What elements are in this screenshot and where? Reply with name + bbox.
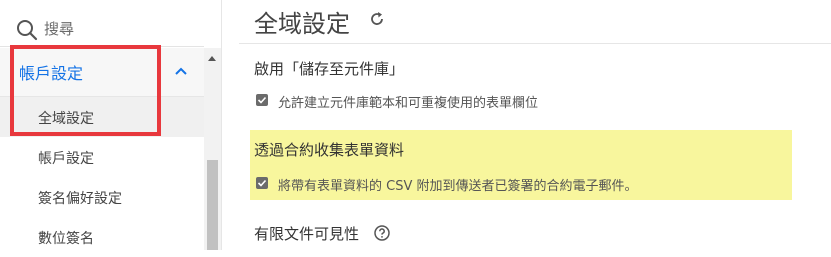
search-input[interactable] <box>44 17 204 41</box>
checkbox-checked[interactable] <box>256 177 268 189</box>
section-title-collect-form-data: 透過合約收集表單資料 <box>254 141 405 159</box>
page-title: 全域設定 <box>254 10 350 38</box>
option-label: 將帶有表單資料的 CSV 附加到傳送者已簽署的合約電子郵件。 <box>278 179 638 194</box>
header-divider <box>239 43 831 44</box>
sidebar: 帳戶設定 全域設定 帳戶設定 簽名偏好設定 數位簽名 <box>0 0 222 250</box>
sidebar-item-label: 帳戶設定 <box>38 151 94 167</box>
search-row <box>0 6 222 46</box>
help-icon[interactable] <box>374 225 390 241</box>
sidebar-item-signature-preferences[interactable]: 簽名偏好設定 <box>0 177 204 217</box>
sidebar-item-global-settings[interactable]: 全域設定 <box>0 97 204 137</box>
nav-group-label: 帳戶設定 <box>19 64 84 83</box>
section-title-limited-visibility: 有限文件可見性 <box>254 225 360 243</box>
sidebar-item-label: 簽名偏好設定 <box>38 191 122 207</box>
nav-group-account-settings[interactable]: 帳戶設定 <box>0 48 204 97</box>
chevron-up-icon[interactable] <box>174 64 188 78</box>
sidebar-scrollbar[interactable] <box>204 48 221 250</box>
section-title-save-to-library: 啟用「儲存至元件庫」 <box>254 60 405 78</box>
refresh-icon[interactable] <box>368 10 386 28</box>
option-label: 允許建立元件庫範本和可重複使用的表單欄位 <box>278 96 539 111</box>
checkmark-icon <box>257 179 267 187</box>
sidebar-item-label: 全域設定 <box>38 111 94 127</box>
nav-divider <box>0 46 204 47</box>
sidebar-item-digital-signatures[interactable]: 數位簽名 <box>0 217 204 257</box>
checkbox-checked[interactable] <box>256 94 268 106</box>
scroll-thumb[interactable] <box>207 160 218 250</box>
main-content: 全域設定 <box>222 0 831 250</box>
sidebar-item-account-settings[interactable]: 帳戶設定 <box>0 137 204 177</box>
sidebar-item-label: 數位簽名 <box>38 231 94 247</box>
search-icon <box>17 20 38 41</box>
scroll-up-arrow-icon[interactable] <box>208 56 216 61</box>
checkmark-icon <box>257 96 267 104</box>
